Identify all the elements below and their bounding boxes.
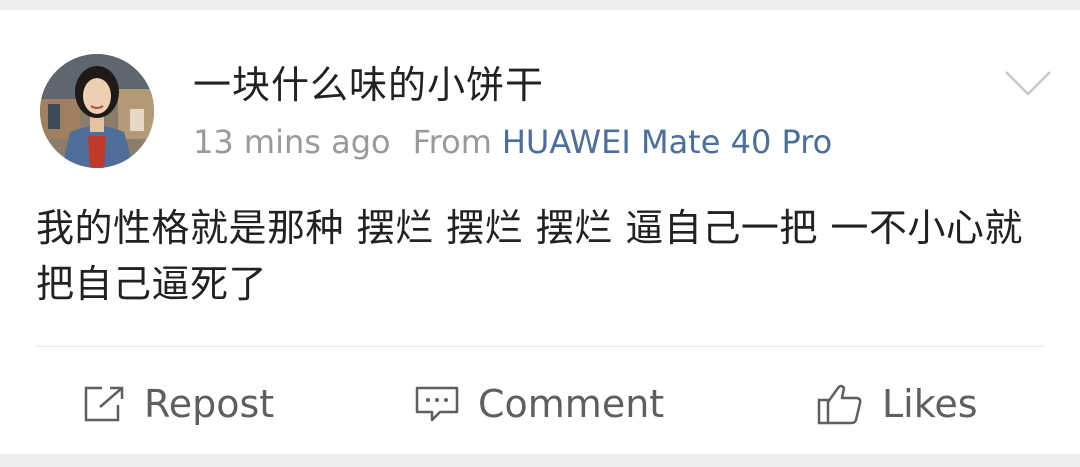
- share-square-icon: [84, 386, 124, 422]
- thumbs-up-icon: [817, 384, 862, 425]
- repost-button[interactable]: Repost: [82, 374, 274, 434]
- likes-label: Likes: [882, 382, 978, 426]
- device-source-link[interactable]: HUAWEI Mate 40 Pro: [502, 123, 832, 161]
- chevron-down-icon[interactable]: [1002, 68, 1054, 98]
- likes-button[interactable]: Likes: [816, 374, 978, 434]
- repost-label: Repost: [144, 382, 275, 426]
- comment-bubble-icon: [415, 386, 459, 422]
- post-content: 我的性格就是那种 摆烂 摆烂 摆烂 逼自己一把 一不小心就把自己逼死了: [36, 206, 1023, 306]
- weibo-post-card: 一块什么味的小饼干 13 mins ago From HUAWEI Mate 40 …: [0, 10, 1080, 454]
- from-label: From: [412, 123, 492, 161]
- post-time: 13 mins ago: [193, 123, 391, 161]
- divider: [36, 346, 1044, 347]
- username[interactable]: 一块什么味的小饼干: [193, 54, 544, 109]
- post-meta: 13 mins ago From HUAWEI Mate 40 Pro: [193, 123, 832, 161]
- avatar[interactable]: [40, 54, 154, 168]
- comment-label: Comment: [478, 382, 665, 426]
- comment-button[interactable]: Comment: [414, 374, 664, 434]
